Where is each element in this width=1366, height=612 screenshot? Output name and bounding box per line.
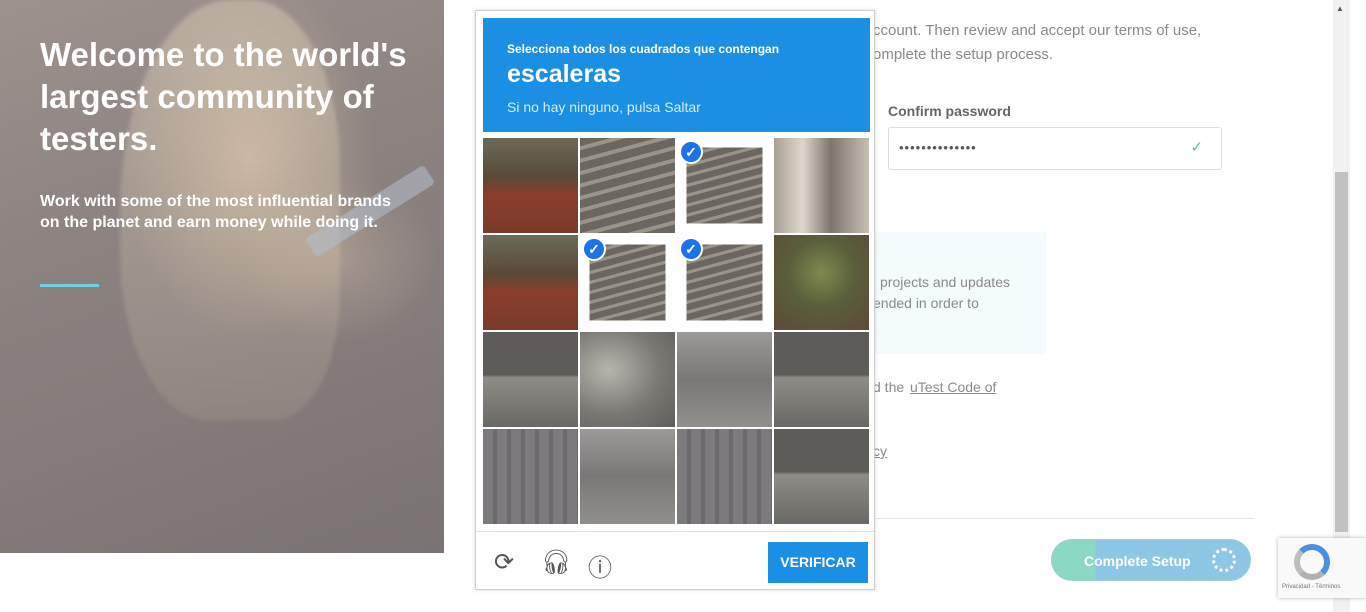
captcha-tile-14[interactable] [580, 429, 675, 524]
tile-image [580, 429, 675, 524]
scroll-up-arrow-icon[interactable]: ▲ [1336, 4, 1344, 13]
captcha-header: Selecciona todos los cuadrados que conte… [483, 18, 870, 132]
selected-check-icon: ✓ [679, 237, 703, 261]
form-divider [870, 518, 1254, 519]
form-intro-line2: omplete the setup process. [873, 46, 1054, 63]
captcha-prompt: Selecciona todos los cuadrados que conte… [507, 42, 780, 56]
tile-image [677, 429, 772, 524]
info-box [860, 232, 1046, 354]
captcha-dialog: Selecciona todos los cuadrados que conte… [475, 10, 875, 590]
check-icon: ✓ [1190, 139, 1203, 156]
tile-image [580, 332, 675, 427]
scrollbar-thumb[interactable] [1335, 172, 1348, 532]
recaptcha-logo-icon [1294, 544, 1330, 580]
tile-image [677, 332, 772, 427]
captcha-tile-2[interactable] [580, 138, 675, 233]
loading-spinner-icon [1212, 548, 1236, 572]
reload-icon[interactable]: ⟳ [494, 548, 514, 577]
complete-setup-label: Complete Setup [1084, 553, 1191, 569]
captcha-tile-1[interactable] [483, 138, 578, 233]
tile-image [774, 235, 869, 330]
recaptcha-terms[interactable]: Privacidad - Términos [1282, 584, 1340, 590]
audio-icon[interactable]: 🎧︎ [541, 548, 571, 577]
captcha-tile-3[interactable]: ✓ [677, 138, 772, 233]
captcha-target: escaleras [507, 60, 622, 88]
verify-button[interactable]: VERIFICAR [768, 542, 868, 583]
captcha-tile-10[interactable] [580, 332, 675, 427]
tile-image [483, 332, 578, 427]
hero-title: Welcome to the world's largest community… [40, 36, 407, 157]
code-of-conduct-link[interactable]: uTest Code of [910, 379, 996, 395]
captcha-footer-divider [476, 531, 874, 532]
captcha-tile-9[interactable] [483, 332, 578, 427]
captcha-tile-11[interactable] [677, 332, 772, 427]
info-line1: projects and updates [880, 274, 1010, 290]
confirm-password-field[interactable]: •••••••••••••• ✓ [888, 127, 1222, 170]
confirm-password-label: Confirm password [888, 103, 1011, 119]
captcha-tile-8[interactable] [774, 235, 869, 330]
tile-image [483, 429, 578, 524]
captcha-hint: Si no hay ninguno, pulsa Saltar [507, 99, 701, 115]
info-icon[interactable]: ⓘ [588, 548, 612, 583]
form-intro-line1: ccount. Then review and accept our terms… [873, 22, 1202, 39]
captcha-tile-6[interactable]: ✓ [580, 235, 675, 330]
complete-setup-button[interactable]: Complete Setup [1051, 539, 1251, 581]
captcha-tile-16[interactable] [774, 429, 869, 524]
tile-image [774, 429, 869, 524]
captcha-tile-5[interactable] [483, 235, 578, 330]
hero-accent-line [40, 284, 99, 287]
captcha-tile-15[interactable] [677, 429, 772, 524]
tile-image [483, 235, 578, 330]
selected-check-icon: ✓ [582, 237, 606, 261]
tile-image [580, 138, 675, 233]
hero-panel: Welcome to the world's largest community… [0, 0, 444, 553]
captcha-tile-13[interactable] [483, 429, 578, 524]
tile-image [483, 138, 578, 233]
selected-check-icon: ✓ [679, 140, 703, 164]
captcha-tile-4[interactable] [774, 138, 869, 233]
hero-subtitle: Work with some of the most influential b… [40, 193, 391, 231]
tile-image [774, 332, 869, 427]
captcha-tile-7[interactable]: ✓ [677, 235, 772, 330]
captcha-tile-12[interactable] [774, 332, 869, 427]
tile-image [774, 138, 869, 233]
info-line2: ended in order to [873, 295, 979, 311]
captcha-grid: ✓ ✓ ✓ [483, 138, 870, 525]
recaptcha-badge[interactable]: Privacidad - Términos [1278, 538, 1366, 598]
privacy-policy-link[interactable]: cy [873, 443, 887, 459]
confirm-password-value: •••••••••••••• [899, 140, 977, 155]
terms-prefix: d the [873, 379, 905, 395]
